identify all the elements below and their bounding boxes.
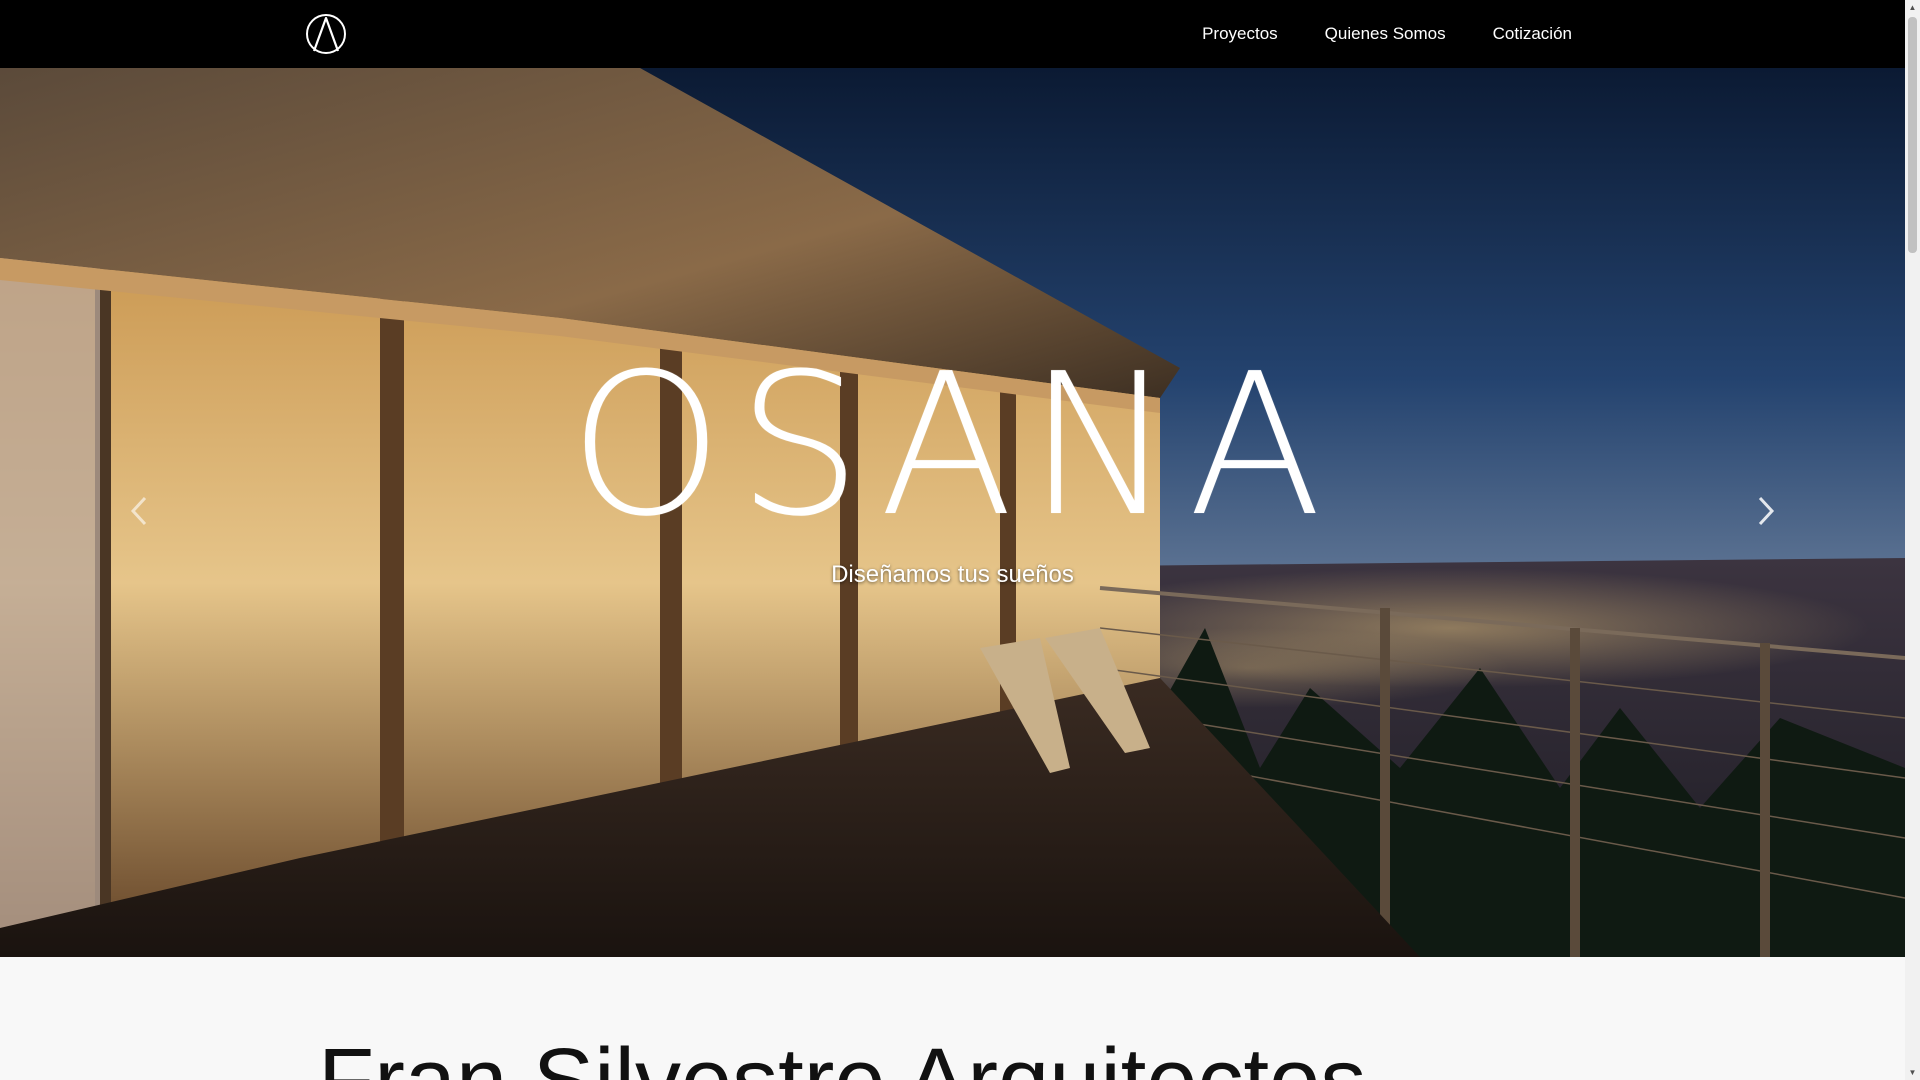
hero-carousel: OSANA Diseñamos tus sueños [0, 68, 1905, 957]
nav-link-quienes-somos[interactable]: Quienes Somos [1325, 24, 1446, 44]
nav-link-cotizacion[interactable]: Cotización [1493, 24, 1572, 44]
page-scrollbar[interactable]: ▲ ▼ [1905, 0, 1920, 1080]
page: Proyectos Quienes Somos Cotización OSANA… [0, 0, 1920, 1080]
hero-subtitle: Diseñamos tus sueños [831, 561, 1074, 588]
nav-links: Proyectos Quienes Somos Cotización [1202, 0, 1572, 68]
scroll-up-arrow-icon[interactable]: ▲ [1905, 0, 1920, 15]
hero-title: OSANA [568, 332, 1337, 560]
section-heading: Fran Silvestre Arquitectos [318, 1035, 1366, 1080]
navbar: Proyectos Quienes Somos Cotización [0, 0, 1905, 68]
about-section: Fran Silvestre Arquitectos [0, 957, 1905, 1080]
scroll-down-arrow-icon[interactable]: ▼ [1905, 1065, 1920, 1080]
nav-link-proyectos[interactable]: Proyectos [1202, 24, 1278, 44]
compass-a-logo-icon[interactable] [305, 13, 347, 55]
chevron-right-icon[interactable] [1740, 486, 1790, 536]
scroll-thumb[interactable] [1908, 17, 1917, 253]
chevron-left-icon[interactable] [115, 486, 165, 536]
